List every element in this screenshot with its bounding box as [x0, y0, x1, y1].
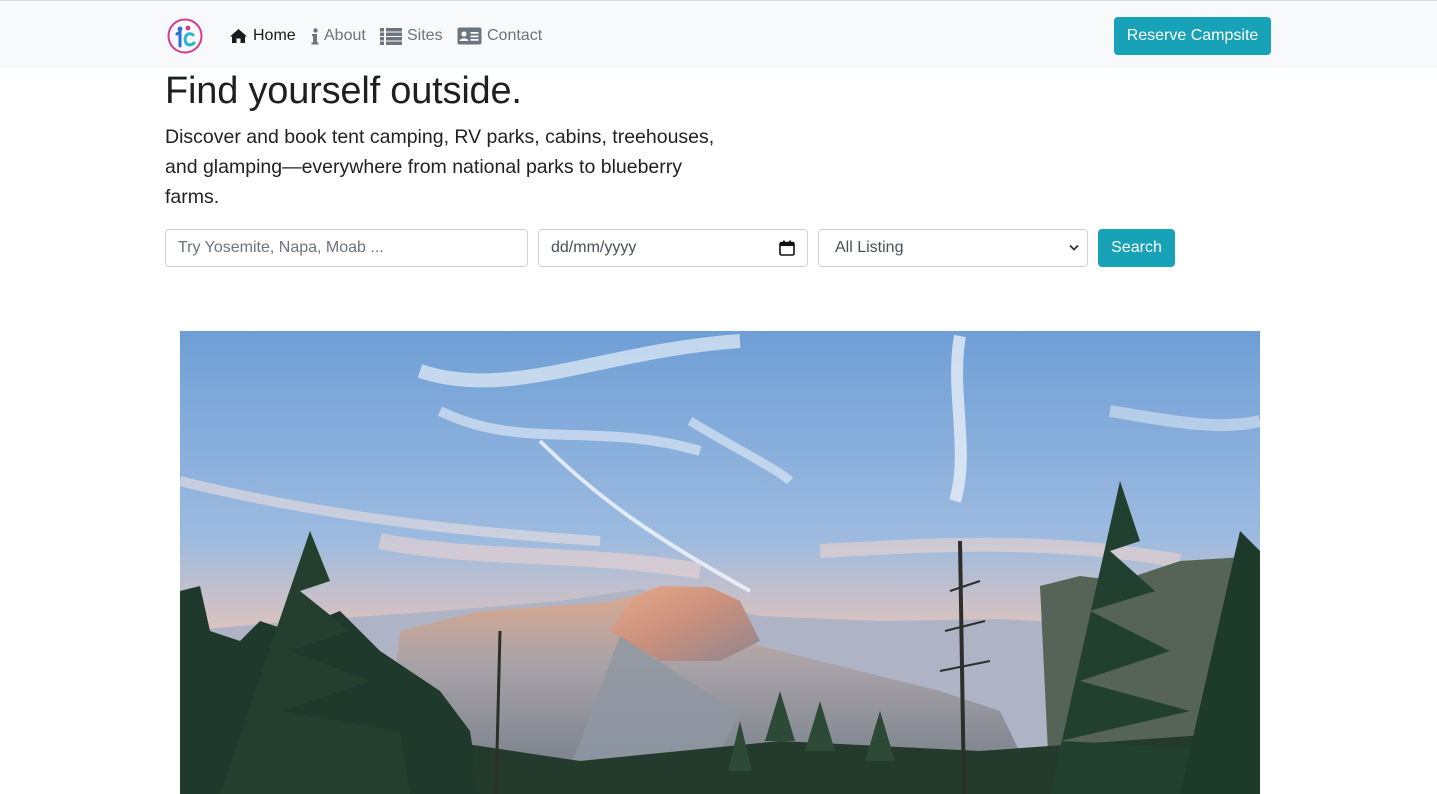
nav-about[interactable]: About: [311, 25, 366, 47]
calendar-icon[interactable]: [779, 240, 795, 256]
contact-card-icon: [457, 27, 482, 45]
reserve-campsite-button[interactable]: Reserve Campsite: [1114, 17, 1271, 55]
navbar: Home About Sites Contact Reserve Campsit…: [0, 0, 1437, 68]
listing-type-select[interactable]: All Listing: [818, 229, 1088, 267]
campground-logo-icon[interactable]: [166, 17, 204, 55]
chevron-down-icon: [1069, 244, 1079, 251]
list-icon: [380, 27, 402, 45]
location-search-input[interactable]: Try Yosemite, Napa, Moab ...: [165, 229, 528, 267]
nav-home-label: Home: [253, 27, 296, 44]
hero-image: [180, 331, 1260, 794]
info-icon: [311, 27, 319, 44]
home-icon: [230, 29, 247, 43]
mountain-landscape-image: [180, 331, 1260, 794]
location-search-placeholder: Try Yosemite, Napa, Moab ...: [178, 239, 384, 256]
nav-sites-label: Sites: [407, 27, 443, 44]
nav-contact[interactable]: Contact: [457, 25, 542, 47]
nav-about-label: About: [324, 27, 366, 44]
listing-type-selected: All Listing: [835, 239, 904, 256]
hero-lead-text: Discover and book tent camping, RV parks…: [165, 126, 715, 208]
nav-contact-label: Contact: [487, 27, 543, 44]
nav-home[interactable]: Home: [229, 25, 296, 47]
date-input[interactable]: dd/mm/yyyy: [538, 229, 808, 267]
page-title: Find yourself outside.: [165, 70, 522, 112]
search-button[interactable]: Search: [1098, 229, 1175, 267]
nav-sites[interactable]: Sites: [380, 25, 443, 47]
date-input-placeholder: dd/mm/yyyy: [551, 239, 637, 256]
